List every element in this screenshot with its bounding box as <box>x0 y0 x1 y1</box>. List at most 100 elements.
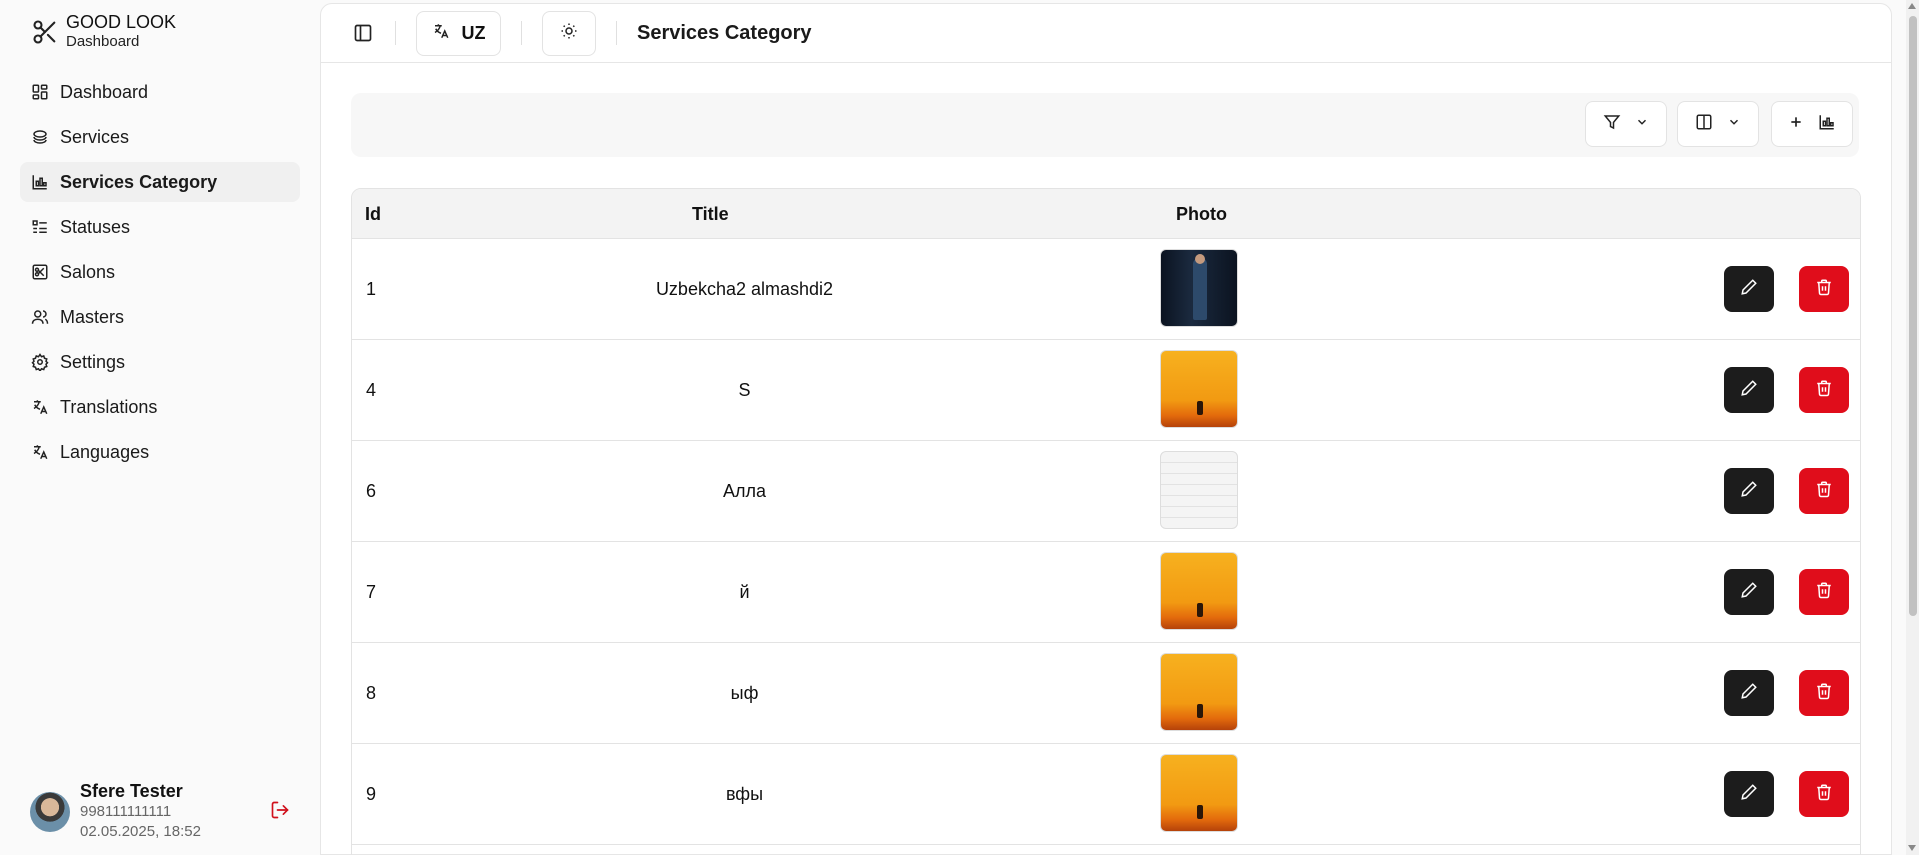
logout-icon[interactable] <box>270 800 292 822</box>
row-photo <box>1160 249 1238 327</box>
trash-icon <box>1815 379 1833 402</box>
page-scrollbar[interactable] <box>1906 0 1919 855</box>
columns-button[interactable] <box>1677 101 1759 147</box>
column-header-id[interactable]: Id <box>365 204 381 225</box>
table-row: 1 Uzbekcha2 almashdi2 <box>352 239 1860 340</box>
sidebar-nav: Dashboard Services Services Category Sta… <box>20 72 300 477</box>
brand-name: GOOD LOOK <box>66 12 177 32</box>
row-title: ыф <box>730 683 759 703</box>
sidebar-item-services[interactable]: Services <box>20 117 300 157</box>
column-header-photo[interactable]: Photo <box>1176 204 1227 225</box>
add-category-button[interactable] <box>1771 101 1853 147</box>
delete-button[interactable] <box>1799 266 1849 312</box>
sidebar-item-label: Masters <box>60 306 125 327</box>
delete-button[interactable] <box>1799 367 1849 413</box>
scroll-up-icon[interactable] <box>1908 3 1916 9</box>
table-toolbar <box>351 93 1859 157</box>
trash-icon <box>1815 480 1833 503</box>
chart-icon <box>1818 113 1836 136</box>
user-date: 02.05.2025, 18:52 <box>80 823 201 840</box>
sidebar-item-label: Settings <box>60 351 126 372</box>
brand-subtitle: Dashboard <box>66 33 140 50</box>
page-title: Services Category <box>637 21 812 44</box>
table-row: 7 й <box>352 542 1860 643</box>
sidebar-item-label: Translations <box>60 396 158 417</box>
sidebar-item-settings[interactable]: Settings <box>20 342 300 382</box>
delete-button[interactable] <box>1799 569 1849 615</box>
pencil-icon <box>1740 480 1758 503</box>
row-title: S <box>738 380 751 400</box>
trash-icon <box>1815 581 1833 604</box>
plus-icon <box>1788 114 1804 135</box>
chevron-down-icon <box>1727 115 1741 134</box>
edit-button[interactable] <box>1724 771 1774 817</box>
sidebar-item-statuses[interactable]: Statuses <box>20 207 300 247</box>
row-title: Алла <box>722 481 767 501</box>
table-row: 8 ыф <box>352 643 1860 744</box>
delete-button[interactable] <box>1799 670 1849 716</box>
pencil-icon <box>1740 783 1758 806</box>
user-phone: 998111111111 <box>80 803 172 820</box>
sidebar-item-label: Salons <box>60 261 116 282</box>
theme-toggle-button[interactable] <box>542 10 596 56</box>
divider <box>616 21 617 45</box>
sidebar-item-translations[interactable]: Translations <box>20 387 300 427</box>
services-icon <box>30 127 50 147</box>
pencil-icon <box>1740 278 1758 301</box>
row-photo <box>1160 653 1238 731</box>
sidebar-item-label: Statuses <box>60 216 131 237</box>
row-id: 8 <box>366 683 377 703</box>
sidebar-toggle-icon[interactable] <box>351 21 375 45</box>
edit-button[interactable] <box>1724 468 1774 514</box>
edit-button[interactable] <box>1724 367 1774 413</box>
sidebar-item-label: Services <box>60 126 130 147</box>
row-title: вфы <box>725 784 764 804</box>
translate-icon <box>30 397 50 417</box>
user-name: Sfere Tester <box>80 781 183 801</box>
row-photo <box>1160 754 1238 832</box>
table-row: 4 S <box>352 340 1860 441</box>
avatar <box>30 792 70 832</box>
user-card: Sfere Tester 998111111111 02.05.2025, 18… <box>30 780 300 840</box>
row-photo <box>1160 451 1238 529</box>
scissors-icon <box>28 12 62 52</box>
sidebar-item-services-category[interactable]: Services Category <box>20 162 300 202</box>
divider <box>521 21 522 45</box>
chart-icon <box>30 172 50 192</box>
row-id: 7 <box>366 582 377 602</box>
row-photo <box>1160 552 1238 630</box>
filter-button[interactable] <box>1585 101 1667 147</box>
edit-button[interactable] <box>1724 266 1774 312</box>
divider <box>395 21 396 45</box>
delete-button[interactable] <box>1799 771 1849 817</box>
translate-icon <box>432 22 450 45</box>
row-id: 1 <box>366 279 377 299</box>
row-id: 4 <box>366 380 377 400</box>
list-icon <box>30 217 50 237</box>
sidebar-item-label: Dashboard <box>60 81 149 102</box>
delete-button[interactable] <box>1799 468 1849 514</box>
table-row: 9 вфы <box>352 744 1860 845</box>
row-id: 6 <box>366 481 377 501</box>
edit-button[interactable] <box>1724 670 1774 716</box>
sidebar-item-masters[interactable]: Masters <box>20 297 300 337</box>
row-title: Uzbekcha2 almashdi2 <box>655 279 834 299</box>
chevron-down-icon <box>1635 115 1649 134</box>
scroll-down-icon[interactable] <box>1908 845 1916 851</box>
main-panel: UZ Services Category Id Title Photo 1 Uz… <box>320 3 1892 855</box>
columns-icon <box>1695 113 1713 136</box>
salon-icon <box>30 262 50 282</box>
translate-icon <box>30 442 50 462</box>
sidebar-item-salons[interactable]: Salons <box>20 252 300 292</box>
categories-table: Id Title Photo 1 Uzbekcha2 almashdi2 4 S… <box>351 188 1861 855</box>
sidebar-item-label: Services Category <box>60 171 218 192</box>
column-header-title[interactable]: Title <box>692 204 729 225</box>
sun-icon <box>560 22 578 45</box>
edit-button[interactable] <box>1724 569 1774 615</box>
table-header: Id Title Photo <box>352 189 1860 239</box>
row-title: й <box>739 582 750 602</box>
language-button[interactable]: UZ <box>416 10 501 56</box>
scroll-thumb[interactable] <box>1909 16 1917 616</box>
sidebar-item-languages[interactable]: Languages <box>20 432 300 472</box>
sidebar-item-dashboard[interactable]: Dashboard <box>20 72 300 112</box>
